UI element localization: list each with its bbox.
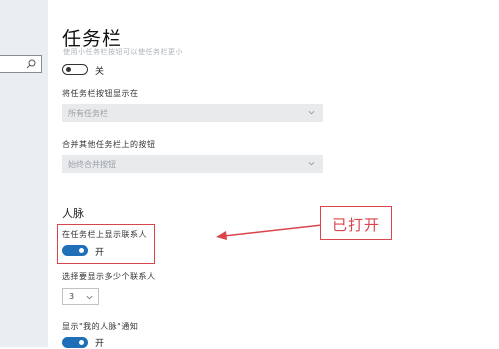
page-subtitle: 使用小任务栏按钮可以使任务栏更小 (63, 48, 183, 56)
button-display-dropdown[interactable]: 所有任务栏 (62, 104, 323, 122)
people-notifications-toggle-state: 开 (95, 339, 105, 349)
annotation-arrow (216, 224, 323, 240)
people-section-title: 人脉 (62, 207, 84, 220)
settings-panel: 任务栏 使用小任务栏按钮可以使任务栏更小 关 将任务栏按钮显示在 所有任务栏 合… (57, 0, 499, 349)
toggle-knob (79, 248, 84, 253)
toggle-knob (66, 67, 71, 72)
search-input[interactable] (0, 55, 42, 73)
show-contacts-toggle-state: 开 (95, 248, 105, 258)
search-icon (26, 59, 36, 69)
contact-count-select[interactable]: 3 (62, 288, 99, 305)
chevron-down-icon (308, 161, 315, 166)
chevron-down-icon (308, 110, 315, 115)
contact-count-value: 3 (69, 292, 75, 301)
annotation-callout-text: 已打开 (331, 216, 380, 234)
people-notifications-label: 显示"我的人脉"通知 (62, 322, 139, 331)
merge-buttons-value: 始终合并按钮 (68, 160, 116, 169)
people-notifications-toggle[interactable] (62, 337, 88, 348)
contact-count-label: 选择要显示多少个联系人 (62, 272, 156, 281)
button-display-value: 所有任务栏 (68, 109, 108, 118)
chevron-down-icon (86, 295, 93, 300)
small-buttons-toggle-state: 关 (95, 67, 105, 77)
button-display-label: 将任务栏按钮显示在 (62, 89, 139, 98)
small-buttons-toggle[interactable] (62, 64, 88, 75)
toggle-knob (79, 340, 84, 345)
merge-buttons-dropdown[interactable]: 始终合并按钮 (62, 155, 323, 173)
show-contacts-label: 在任务栏上显示联系人 (62, 230, 147, 239)
show-contacts-toggle[interactable] (62, 245, 88, 256)
sidebar (0, 0, 48, 347)
annotation-callout: 已打开 (320, 206, 392, 240)
merge-buttons-label: 合并其他任务栏上的按钮 (62, 140, 156, 149)
